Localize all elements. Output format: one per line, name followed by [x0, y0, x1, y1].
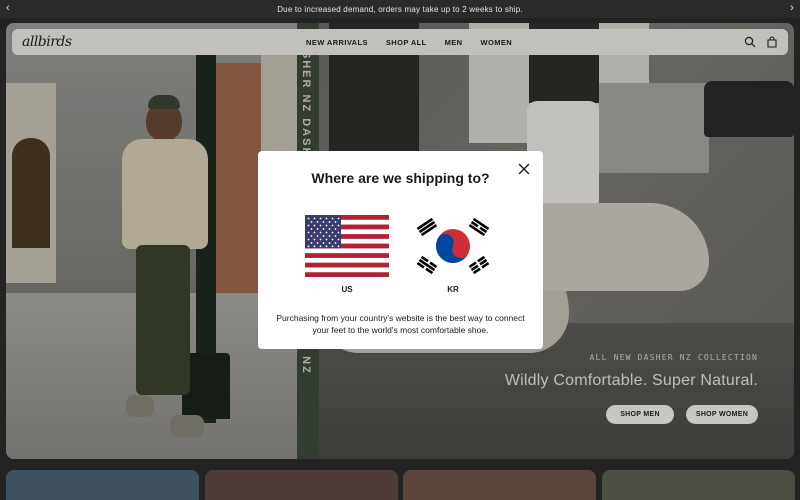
category-card-4[interactable]	[602, 470, 795, 500]
building-left	[6, 83, 56, 283]
brand-logo[interactable]: allbirds	[22, 34, 72, 50]
country-label-kr: KR	[447, 285, 459, 294]
country-option-us[interactable]: US	[305, 215, 389, 294]
announcement-bar: ‹ Due to increased demand, orders may ta…	[0, 0, 800, 18]
model-shoe-right	[170, 415, 204, 437]
brick-building	[211, 63, 261, 293]
category-card-2[interactable]	[205, 470, 398, 500]
country-label-us: US	[341, 285, 353, 294]
modal-title: Where are we shipping to?	[311, 170, 490, 186]
main-nav: allbirds NEW ARRIVALS SHOP ALL MEN WOMEN	[12, 29, 788, 55]
nav-shop-all[interactable]: SHOP ALL	[386, 38, 427, 47]
arched-door	[12, 138, 50, 248]
nav-links: NEW ARRIVALS SHOP ALL MEN WOMEN	[306, 29, 530, 55]
hero-title: Wildly Comfortable. Super Natural.	[504, 372, 758, 389]
announcement-prev-arrow[interactable]: ‹	[6, 2, 10, 14]
announcement-next-arrow[interactable]: ›	[790, 2, 794, 14]
nav-women[interactable]: WOMEN	[480, 38, 512, 47]
parked-car	[704, 81, 794, 137]
shop-men-button[interactable]: SHOP MEN	[606, 405, 674, 424]
modal-description: Purchasing from your country's website i…	[276, 313, 525, 335]
nav-icons	[744, 36, 778, 48]
category-card-3[interactable]	[403, 470, 596, 500]
nav-new-arrivals[interactable]: NEW ARRIVALS	[306, 38, 368, 47]
kr-flag-icon	[411, 215, 495, 277]
model-jacket	[122, 139, 208, 249]
shop-women-button[interactable]: SHOP WOMEN	[686, 405, 758, 424]
country-option-kr[interactable]: KR	[411, 215, 495, 294]
model-figure	[118, 95, 213, 455]
model-hat	[148, 95, 180, 109]
cart-icon[interactable]	[766, 36, 778, 48]
hero-buttons: SHOP MEN SHOP WOMEN	[606, 405, 758, 424]
category-card-1[interactable]	[6, 470, 199, 500]
model-shoe-left	[126, 395, 154, 417]
shipping-modal: Where are we shipping to? US KR Purchasi…	[258, 151, 543, 349]
announcement-text: Due to increased demand, orders may take…	[277, 4, 523, 14]
planter-box	[599, 83, 709, 173]
model-legs	[136, 245, 190, 395]
hero-kicker: ALL NEW DASHER NZ COLLECTION	[589, 353, 758, 362]
nav-men[interactable]: MEN	[445, 38, 463, 47]
us-flag-icon	[305, 215, 389, 277]
search-icon[interactable]	[744, 36, 756, 48]
close-icon[interactable]	[516, 161, 532, 177]
hero-text-block: ALL NEW DASHER NZ COLLECTION Wildly Comf…	[505, 353, 758, 390]
